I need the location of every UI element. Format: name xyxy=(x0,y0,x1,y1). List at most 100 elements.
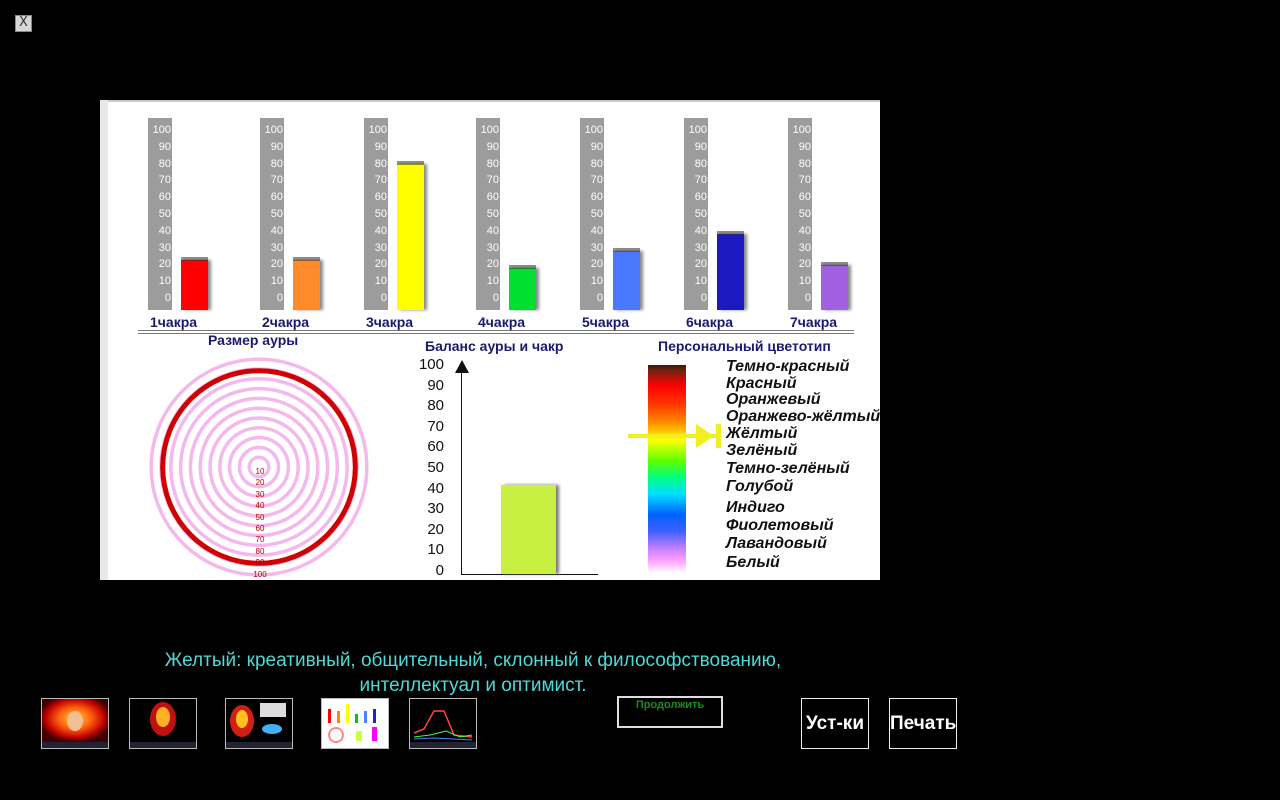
scale-tick-label: 50 xyxy=(694,208,707,220)
chakra-label: 6чакра xyxy=(686,314,734,330)
chakra-column: 100 90 80 70 60 50 40 30 20 10 0 7чакра xyxy=(788,118,878,330)
scale-tick-label: 70 xyxy=(694,174,707,187)
chakra-label: 2чакра xyxy=(262,314,310,330)
thumbnail-aura-image[interactable] xyxy=(129,698,197,749)
chakra-column: 100 90 80 70 60 50 40 30 20 10 0 3чакра xyxy=(364,118,454,330)
scale-tick-label: 50 xyxy=(374,208,387,220)
scale-tick-label: 40 xyxy=(158,224,171,237)
scale-tick-label: 50 xyxy=(590,208,603,220)
color-type-label: Фиолетовый xyxy=(726,517,834,534)
color-spectrum xyxy=(648,365,686,573)
scale-tick-label: 0 xyxy=(276,292,283,304)
aura-analysis-thumb-icon xyxy=(226,699,292,748)
scale-tick-label: 0 xyxy=(492,292,499,304)
color-type-label: Темно-красный xyxy=(726,358,850,375)
scale-tick-label: 10 xyxy=(694,275,707,288)
scale-tick-label: 70 xyxy=(158,174,171,187)
thumbnail-aura-photo[interactable] xyxy=(41,698,109,749)
balance-title: Баланс ауры и чакр xyxy=(425,338,564,354)
scale-tick-label: 60 xyxy=(694,191,707,204)
scale-tick-label: 30 xyxy=(798,241,811,254)
scale-tick-label: 80 xyxy=(158,157,171,170)
chakra-scale: 100 90 80 70 60 50 40 30 20 10 0 xyxy=(788,118,812,310)
balance-y-axis xyxy=(461,372,462,574)
aura-tick-label: 50 xyxy=(255,512,265,522)
thumbnail-aura-analysis[interactable] xyxy=(225,698,293,749)
scale-tick-label: 100 xyxy=(152,124,171,136)
balance-tick-label: 60 xyxy=(427,438,444,456)
description-line-2: интеллектуал и оптимист. xyxy=(359,675,587,696)
chakra-label: 3чакра xyxy=(366,314,414,330)
panel-border xyxy=(100,100,880,102)
scale-tick-label: 90 xyxy=(486,140,499,153)
print-button[interactable]: Печать xyxy=(889,698,957,749)
chakra-column: 100 90 80 70 60 50 40 30 20 10 0 1чакра xyxy=(148,118,238,330)
scale-tick-label: 60 xyxy=(798,191,811,204)
panel-border xyxy=(100,100,108,580)
scale-tick-label: 70 xyxy=(374,174,387,187)
scale-tick-label: 20 xyxy=(798,258,811,271)
scale-tick-label: 10 xyxy=(798,275,811,288)
scale-tick-label: 60 xyxy=(486,191,499,204)
color-type-label: Темно-зелёный xyxy=(726,460,850,477)
scale-tick-label: 20 xyxy=(486,258,499,271)
scale-tick-label: 30 xyxy=(590,241,603,254)
balance-tick-label: 70 xyxy=(427,417,444,435)
chakra-bar xyxy=(821,261,848,310)
aura-photo-thumb-icon xyxy=(42,699,108,748)
color-type-label: Лавандовый xyxy=(726,535,827,552)
scale-tick-label: 50 xyxy=(798,208,811,220)
scale-tick-label: 20 xyxy=(590,258,603,271)
scale-tick-label: 80 xyxy=(486,157,499,170)
aura-image-thumb-icon xyxy=(130,699,196,748)
chakra-column: 100 90 80 70 60 50 40 30 20 10 0 5чакра xyxy=(580,118,670,330)
scale-tick-label: 60 xyxy=(158,191,171,204)
thumbnail-graph[interactable] xyxy=(409,698,477,749)
chakra-scale: 100 90 80 70 60 50 40 30 20 10 0 xyxy=(476,118,500,310)
aura-tick-label: 80 xyxy=(255,546,265,556)
color-type-title: Персональный цветотип xyxy=(658,338,831,354)
scale-tick-label: 20 xyxy=(694,258,707,271)
chakra-bar xyxy=(397,160,424,310)
chakra-label: 1чакра xyxy=(150,314,198,330)
scale-tick-label: 70 xyxy=(798,174,811,187)
close-button[interactable]: X xyxy=(15,15,32,32)
color-description: Желтый: креативный, общительный, склонны… xyxy=(100,648,846,698)
chakra-bar xyxy=(613,248,640,310)
chakra-column: 100 90 80 70 60 50 40 30 20 10 0 2чакра xyxy=(260,118,350,330)
scale-tick-label: 100 xyxy=(792,124,811,136)
continue-button[interactable]: Продолжить xyxy=(617,696,723,728)
aura-tick-label: 40 xyxy=(255,501,265,511)
chakra-label: 4чакра xyxy=(478,314,526,330)
color-type-label: Голубой xyxy=(726,478,794,495)
chakra-scale: 100 90 80 70 60 50 40 30 20 10 0 xyxy=(260,118,284,310)
aura-tick-label: 10 xyxy=(255,467,265,476)
scale-tick-label: 50 xyxy=(270,208,283,220)
settings-button[interactable]: Уст-ки xyxy=(801,698,869,749)
chakra-scale: 100 90 80 70 60 50 40 30 20 10 0 xyxy=(148,118,172,310)
thumbnail-chakra-results[interactable] xyxy=(321,698,389,749)
scale-tick-label: 70 xyxy=(590,174,603,187)
chakra-scale: 100 90 80 70 60 50 40 30 20 10 0 xyxy=(684,118,708,310)
scale-tick-label: 80 xyxy=(270,157,283,170)
aura-tick-label: 100 xyxy=(253,569,267,579)
scale-tick-label: 60 xyxy=(374,191,387,204)
chakra-bar xyxy=(181,256,208,310)
scale-tick-label: 90 xyxy=(798,140,811,153)
aura-title: Размер ауры xyxy=(208,332,299,348)
chakra-bar xyxy=(293,256,320,310)
scale-tick-label: 10 xyxy=(270,275,283,288)
color-type-label: Оранжево-жёлтый xyxy=(726,408,880,425)
chakra-column: 100 90 80 70 60 50 40 30 20 10 0 4чакра xyxy=(476,118,566,330)
balance-bar xyxy=(501,485,556,574)
scale-tick-label: 90 xyxy=(270,140,283,153)
scale-tick-label: 30 xyxy=(270,241,283,254)
results-panel: 100 90 80 70 60 50 40 30 20 10 0 1чакра 100 90 80 70 60 5… xyxy=(100,100,880,580)
scale-tick-label: 100 xyxy=(480,124,499,136)
scale-tick-label: 90 xyxy=(374,140,387,153)
scale-tick-label: 30 xyxy=(374,241,387,254)
scale-tick-label: 10 xyxy=(374,275,387,288)
aura-tick-label: 70 xyxy=(255,535,265,545)
scale-tick-label: 40 xyxy=(590,224,603,237)
color-type-label: Жёлтый xyxy=(726,425,798,442)
